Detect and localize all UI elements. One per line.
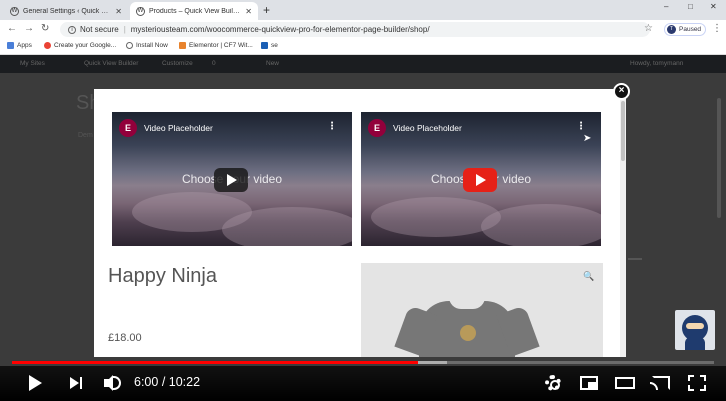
browser-menu-icon[interactable]: ⋮ (712, 23, 722, 34)
bookmark-install[interactable]: Install Now (126, 42, 168, 49)
tab-title: Products – Quick View Builder (149, 7, 243, 15)
play-icon (29, 375, 42, 391)
modal-close-button[interactable]: × (613, 83, 630, 100)
page-subtitle: Dem (78, 132, 93, 139)
bookmark-se[interactable]: se (261, 42, 278, 49)
close-tab-icon[interactable]: ✕ (245, 7, 252, 16)
video-menu-icon[interactable]: ⋮ (327, 121, 337, 132)
browser-tab-bar: W General Settings ‹ Quick View El… ✕ W … (0, 0, 726, 20)
video-placeholder[interactable]: E Video Placeholder ⋮ Choose your video … (361, 112, 601, 246)
progress-bar[interactable] (12, 361, 714, 364)
fullscreen-icon (688, 375, 694, 381)
video-placeholder[interactable]: E Video Placeholder ⋮ Choose your video (112, 112, 352, 246)
avatar: T (667, 25, 676, 34)
zoom-icon[interactable]: 🔍 (583, 271, 594, 282)
bookmark-apps[interactable]: Apps (7, 42, 32, 49)
admin-new[interactable]: New (266, 60, 279, 67)
cursor-icon: ➤ (583, 133, 592, 144)
play-icon[interactable] (214, 168, 248, 192)
profile-button[interactable]: T Paused (664, 23, 706, 36)
cloud-shape (481, 204, 601, 246)
bookmark-google[interactable]: Create your Google... (44, 42, 116, 49)
wp-admin-bar: My Sites Quick View Builder Customize 0 … (0, 55, 726, 73)
profile-status: Paused (679, 26, 702, 33)
address-bar-row: ← → ↻ i Not secure | mysteriousteam.com/… (0, 20, 726, 39)
admin-site-name[interactable]: Quick View Builder (84, 60, 138, 67)
globe-icon (126, 42, 133, 49)
url-text: mysteriousteam.com/woocommerce-quickview… (130, 25, 430, 34)
miniplayer-button[interactable] (579, 374, 599, 392)
gear-icon (545, 375, 561, 391)
time-separator: / (161, 375, 169, 389)
cloud-shape (222, 207, 352, 246)
product-title: Happy Ninja (108, 265, 217, 287)
reload-icon[interactable]: ↻ (41, 23, 49, 34)
duration: 10:22 (168, 375, 201, 389)
admin-updates-count[interactable]: 0 (212, 60, 216, 67)
bookmarks-bar: Apps Create your Google... Install Now E… (0, 39, 726, 55)
time-display: 6:00 / 10:22 (134, 375, 200, 389)
fullscreen-button[interactable] (687, 374, 707, 392)
video-menu-icon[interactable]: ⋮ (576, 121, 586, 132)
elementor-bookmark-icon (179, 42, 186, 49)
ninja-print (460, 325, 476, 341)
admin-my-sites[interactable]: My Sites (20, 60, 45, 67)
url-separator: | (123, 25, 126, 34)
minimize-button[interactable]: – (664, 2, 668, 11)
mute-button[interactable] (101, 374, 121, 392)
video-title: Video Placeholder (393, 123, 462, 133)
back-icon[interactable]: ← (7, 23, 17, 34)
page-scrollbar[interactable] (717, 88, 723, 358)
play-button[interactable] (25, 374, 45, 392)
bookmark-elementor[interactable]: Elementor | CF7 Wit... (179, 42, 253, 49)
screen: W General Settings ‹ Quick View El… ✕ W … (0, 0, 726, 401)
player-controls (0, 366, 726, 401)
google-icon (44, 42, 51, 49)
video-title: Video Placeholder (144, 123, 213, 133)
played-bar (12, 361, 419, 364)
settings-button[interactable] (543, 374, 563, 392)
current-time: 6:00 (134, 375, 159, 389)
channel-logo[interactable] (675, 310, 715, 350)
next-button[interactable] (66, 374, 86, 392)
close-window-button[interactable]: ✕ (710, 2, 717, 11)
new-tab-button[interactable]: + (263, 3, 270, 17)
close-tab-icon[interactable]: ✕ (115, 7, 122, 16)
browser-tab-general-settings[interactable]: W General Settings ‹ Quick View El… ✕ (4, 2, 128, 20)
bookmark-icon (261, 42, 268, 49)
url-field[interactable]: i Not secure | mysteriousteam.com/woocom… (60, 22, 650, 37)
wordpress-icon: W (10, 6, 19, 16)
elementor-logo-icon: E (119, 119, 137, 137)
wordpress-icon: W (136, 6, 145, 16)
admin-customize[interactable]: Customize (162, 60, 193, 67)
product-price: £18.00 (108, 332, 142, 344)
product-image[interactable]: 🔍 (361, 263, 603, 357)
quick-view-modal: E Video Placeholder ⋮ Choose your video … (94, 89, 626, 357)
play-icon[interactable] (463, 168, 497, 192)
forward-icon[interactable]: → (24, 23, 34, 34)
admin-howdy[interactable]: Howdy, tomymann (630, 60, 683, 67)
elementor-logo-icon: E (368, 119, 386, 137)
maximize-button[interactable]: □ (688, 2, 693, 11)
apps-grid-icon (7, 42, 14, 49)
next-icon (70, 377, 79, 389)
tab-title: General Settings ‹ Quick View El… (23, 7, 112, 15)
page-divider (628, 258, 642, 260)
theater-icon (615, 377, 635, 389)
cast-button[interactable] (650, 374, 670, 392)
info-icon[interactable]: i (68, 25, 76, 34)
theater-button[interactable] (615, 374, 635, 392)
security-label: Not secure (80, 25, 119, 34)
bookmark-star-icon[interactable]: ☆ (644, 23, 653, 34)
modal-scrollbar[interactable] (620, 89, 626, 357)
browser-tab-products[interactable]: W Products – Quick View Builder ✕ (130, 2, 258, 20)
